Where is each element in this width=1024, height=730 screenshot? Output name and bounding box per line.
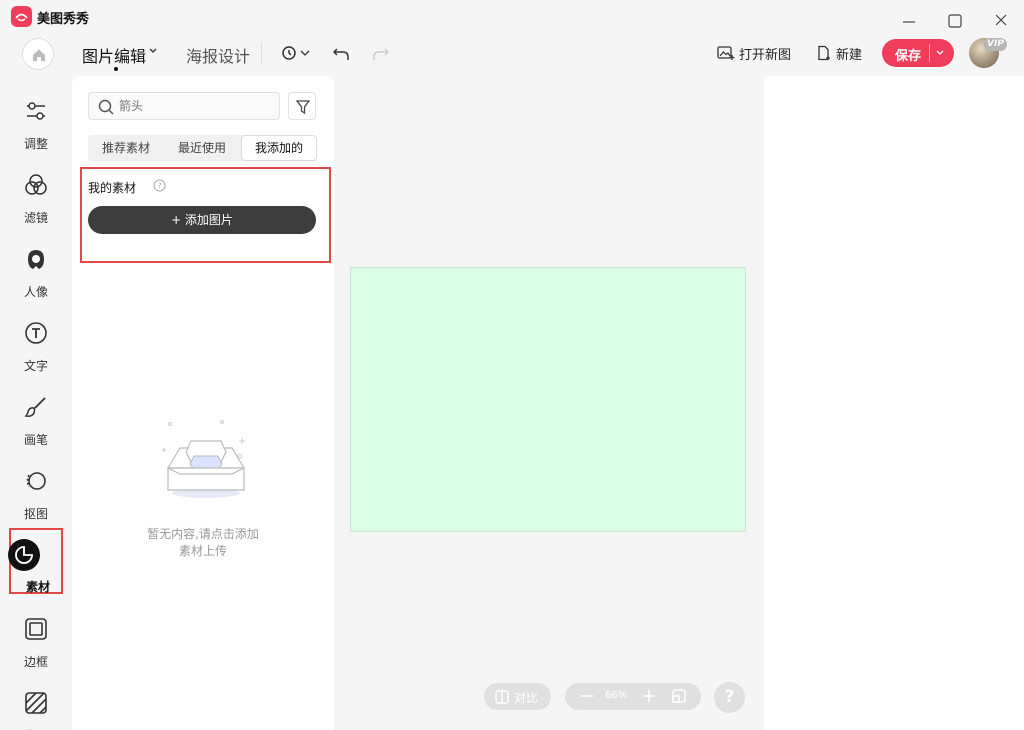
tab-recent[interactable]: 最近使用 [164,135,240,161]
save-divider [929,44,930,62]
brush-icon [24,397,46,417]
compare-label: 对比 [514,691,539,705]
nav-label-cutout: 抠图 [23,507,48,521]
frame-icon [25,618,47,640]
open-new-image-label: 打开新图 [739,47,792,63]
my-materials-title: 我的素材 [88,181,137,195]
nav-label-portrait: 人像 [23,285,48,299]
tab-my-added[interactable]: 我添加的 [241,135,317,161]
close-icon[interactable] [991,10,1011,30]
active-tab-dot [114,67,118,71]
background-icon [25,692,47,714]
material-tabs: 推荐素材 最近使用 我添加的 [88,135,317,161]
nav-item-portrait[interactable]: 人像 [9,233,63,299]
save-button-label: 保存 [895,49,922,64]
material-panel: 推荐素材 最近使用 我添加的 我的素材 ? + 添加图片 暂无内容,请点击添加素… [72,76,334,730]
nav-item-adjust[interactable]: 调整 [9,85,63,151]
right-panel [764,76,1024,730]
app-logo-icon [11,6,32,27]
vip-badge: VIP [984,38,1007,51]
history-chevron-icon[interactable] [299,43,311,63]
nav-item-text[interactable]: 文字 [9,307,63,373]
new-file-icon [818,45,830,61]
tab-recommended[interactable]: 推荐素材 [88,135,164,161]
tab-poster-design[interactable]: 海报设计 [186,43,250,67]
save-button[interactable]: 保存 [882,39,954,67]
nav-item-background[interactable]: 背景 [9,677,63,730]
chevron-down-icon[interactable] [148,46,158,56]
image-canvas[interactable] [350,267,746,532]
tab-image-edit-label: 图片编辑 [82,47,147,66]
svg-text:?: ? [157,182,161,191]
filter-circles-icon [25,174,47,195]
open-new-image-button[interactable]: 打开新图 [717,44,792,63]
title-bar: 美图秀秀 [0,0,1024,36]
nav-label-adjust: 调整 [23,137,48,151]
empty-state-text: 暂无内容,请点击添加素材上传 [147,527,259,558]
undo-icon[interactable] [331,43,351,63]
zoom-control: 66% [565,683,701,710]
fit-screen-icon[interactable] [669,686,689,706]
search-box[interactable] [88,92,280,120]
nav-label-material: 素材 [25,580,50,594]
empty-box-icon [162,420,246,498]
open-image-icon [717,46,735,60]
nav-item-filter[interactable]: 滤镜 [9,159,63,225]
app-name: 美图秀秀 [37,12,90,27]
toolbar-divider [261,42,262,64]
zoom-in-icon[interactable] [639,686,659,706]
sticker-icon [8,539,40,571]
left-nav: 调整 滤镜 人像 文字 画笔 抠图 素材 边框 背景 [0,80,72,730]
zoom-out-icon[interactable] [577,686,597,706]
question-icon[interactable]: ? [153,179,166,192]
nav-item-material[interactable]: 素材 [8,528,63,594]
tab-image-edit[interactable]: 图片编辑 [82,43,147,71]
nav-label-frame: 边框 [23,655,48,669]
home-icon [33,49,45,61]
redo-icon[interactable] [371,43,391,63]
zoom-value: 66% [605,690,628,701]
maximize-icon[interactable] [945,10,965,30]
compare-icon [495,689,509,705]
new-button-label: 新建 [836,47,863,63]
minimize-icon[interactable] [899,10,919,30]
nav-item-cutout[interactable]: 抠图 [9,455,63,521]
compare-button[interactable]: 对比 [484,683,551,710]
new-button[interactable]: 新建 [816,44,863,63]
nav-item-brush[interactable]: 画笔 [9,381,63,447]
cutout-icon [26,472,46,490]
nav-label-brush: 画笔 [23,433,48,447]
sliders-icon [27,102,45,120]
funnel-icon [295,100,311,115]
search-icon [98,99,114,115]
nav-item-frame[interactable]: 边框 [9,603,63,669]
save-options-chevron-icon[interactable] [935,48,945,58]
help-button[interactable]: ? [714,682,745,713]
portrait-icon [28,250,44,269]
home-button[interactable] [22,38,54,70]
add-image-button[interactable]: + 添加图片 [88,206,316,234]
history-icon[interactable] [280,43,300,63]
nav-label-text: 文字 [23,359,48,373]
filter-button[interactable] [288,92,316,120]
text-icon [25,322,47,344]
search-input[interactable] [119,97,269,115]
nav-label-filter: 滤镜 [23,211,48,225]
